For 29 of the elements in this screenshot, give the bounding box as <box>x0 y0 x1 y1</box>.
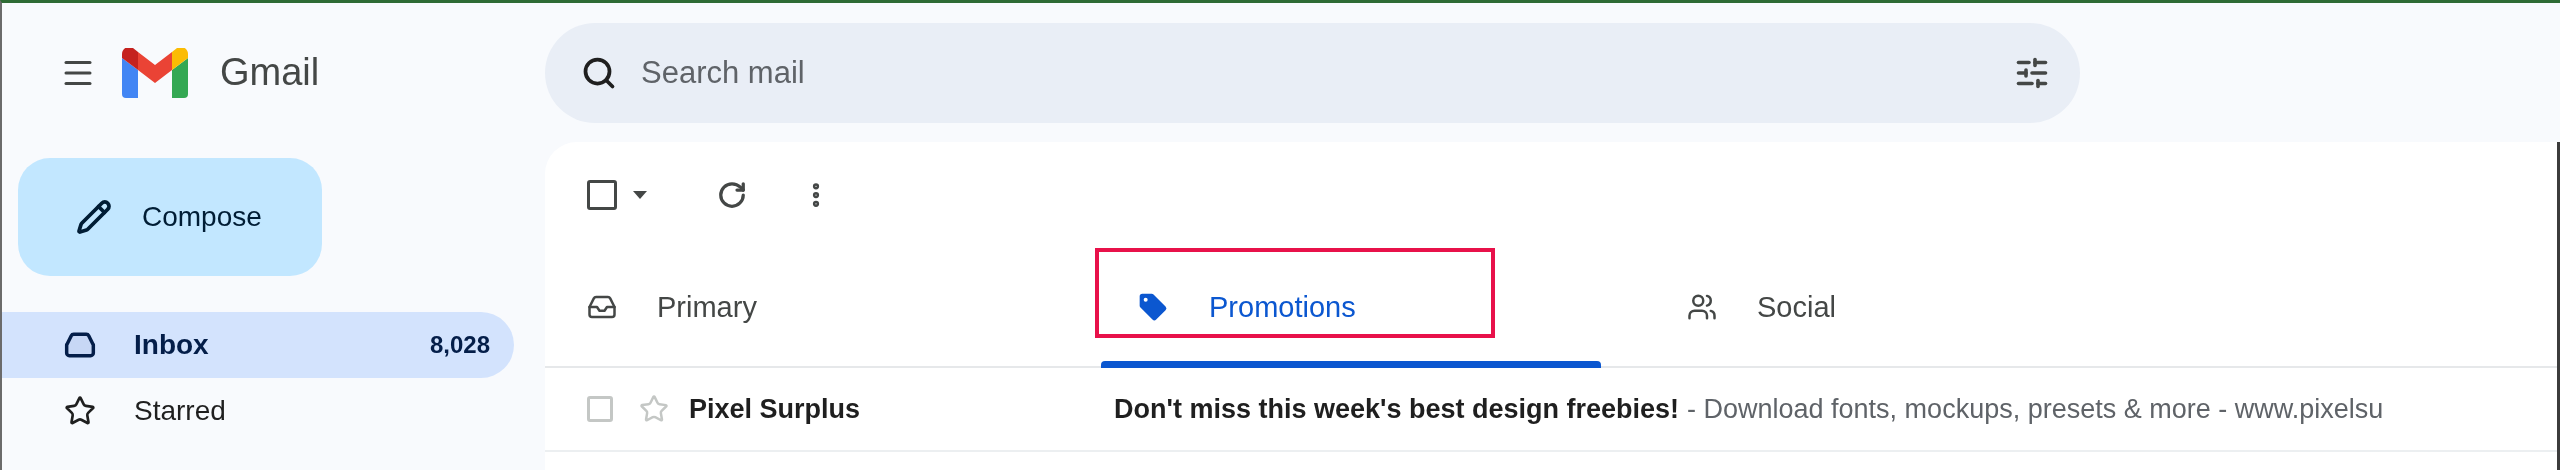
search-bar[interactable]: Search mail <box>545 22 2080 123</box>
subject: Don't miss this week's best design freebies! <box>1114 393 1679 425</box>
refresh-icon[interactable] <box>717 180 747 210</box>
snippet: - Download fonts, mockups, presets & more - www.pixelsu <box>1687 393 2384 425</box>
unread-count: 8,028 <box>429 331 490 359</box>
sidebar-item[interactable]: Inbox 8,028 <box>2 312 514 378</box>
tag-icon <box>1137 291 1169 323</box>
category-tab[interactable]: Promotions <box>1095 248 1645 366</box>
pencil-icon <box>76 199 112 235</box>
tab-label: Promotions <box>1209 290 1356 324</box>
sidebar-label: Inbox <box>134 329 210 361</box>
search-field[interactable]: Search mail <box>639 53 1992 92</box>
compose-button[interactable]: Compose <box>18 158 322 276</box>
select-all-checkbox[interactable] <box>587 180 617 210</box>
sidebar-label: Starred <box>134 395 227 427</box>
row-checkbox[interactable] <box>587 396 613 422</box>
tab-label: Social <box>1757 290 1836 324</box>
sender: Pixel Surplus <box>689 393 862 425</box>
tab-label: Primary <box>657 290 757 324</box>
sidebar-item[interactable]: Starred <box>2 378 514 444</box>
star-icon[interactable] <box>639 394 669 424</box>
category-tab[interactable]: Social <box>1645 248 2195 366</box>
email-row[interactable]: Pixel Surplus Don't miss this week's best design freebies! - Download fonts, mockups, presets & more - www.pixelsu <box>545 368 2557 452</box>
caret-icon[interactable] <box>633 191 647 199</box>
people-icon <box>1687 292 1717 322</box>
category-tab[interactable]: Primary <box>545 248 1095 366</box>
app-name: Gmail <box>220 51 320 94</box>
star-icon <box>64 395 96 427</box>
gmail-logo <box>122 47 188 98</box>
